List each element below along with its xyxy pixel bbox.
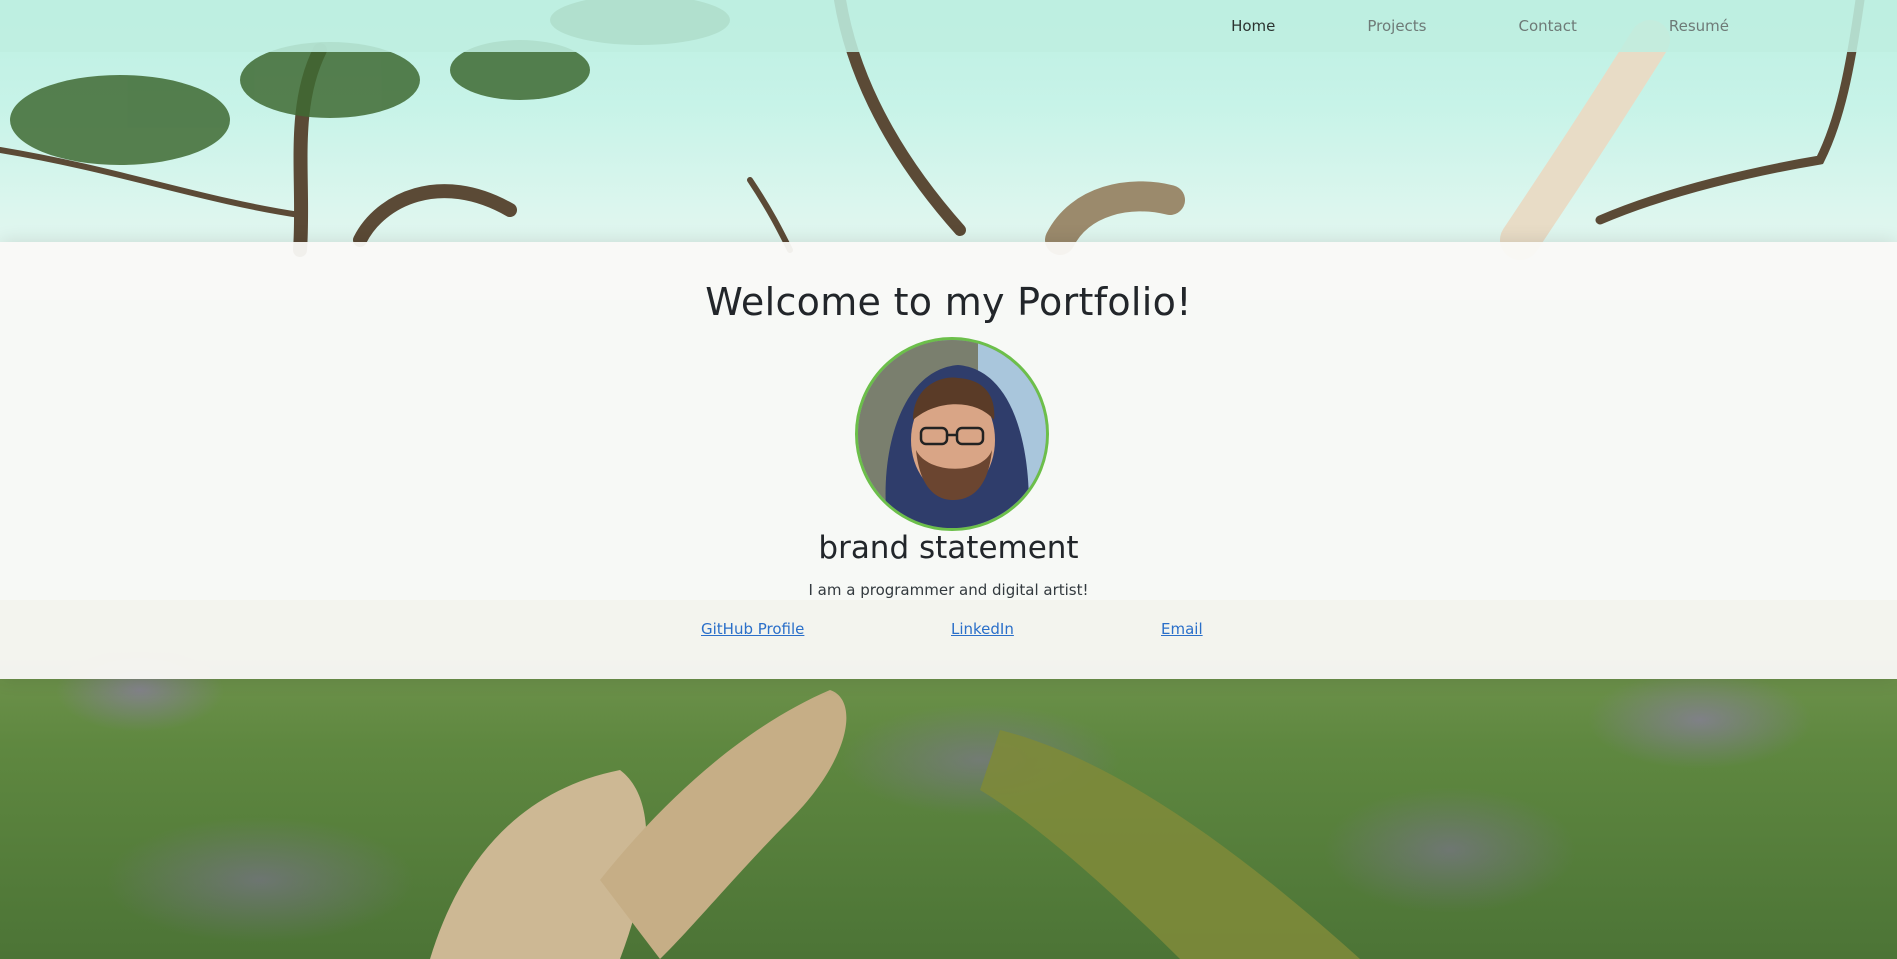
hero-card: Welcome to my Portfolio! brand statement bbox=[0, 242, 1897, 679]
nav-projects-link[interactable]: Projects bbox=[1321, 0, 1472, 52]
email-link[interactable]: Email bbox=[1161, 620, 1203, 638]
nav-menu: Home Projects Contact Resumé bbox=[1185, 0, 1775, 52]
top-navbar: Home Projects Contact Resumé bbox=[0, 0, 1897, 52]
brand-statement: brand statement bbox=[818, 530, 1079, 566]
nav-home-link[interactable]: Home bbox=[1185, 0, 1321, 52]
nav-contact-link[interactable]: Contact bbox=[1473, 0, 1623, 52]
avatar bbox=[855, 337, 1049, 531]
profile-photo-icon bbox=[858, 340, 1046, 528]
profile-links: GitHub Profile LinkedIn Email bbox=[0, 620, 1897, 644]
tagline: I am a programmer and digital artist! bbox=[808, 581, 1089, 599]
portfolio-page: Home Projects Contact Resumé Welcome to … bbox=[0, 0, 1897, 959]
nav-resume-link[interactable]: Resumé bbox=[1623, 0, 1775, 52]
page-title: Welcome to my Portfolio! bbox=[705, 280, 1192, 324]
linkedin-link[interactable]: LinkedIn bbox=[951, 620, 1014, 638]
github-profile-link[interactable]: GitHub Profile bbox=[701, 620, 804, 638]
